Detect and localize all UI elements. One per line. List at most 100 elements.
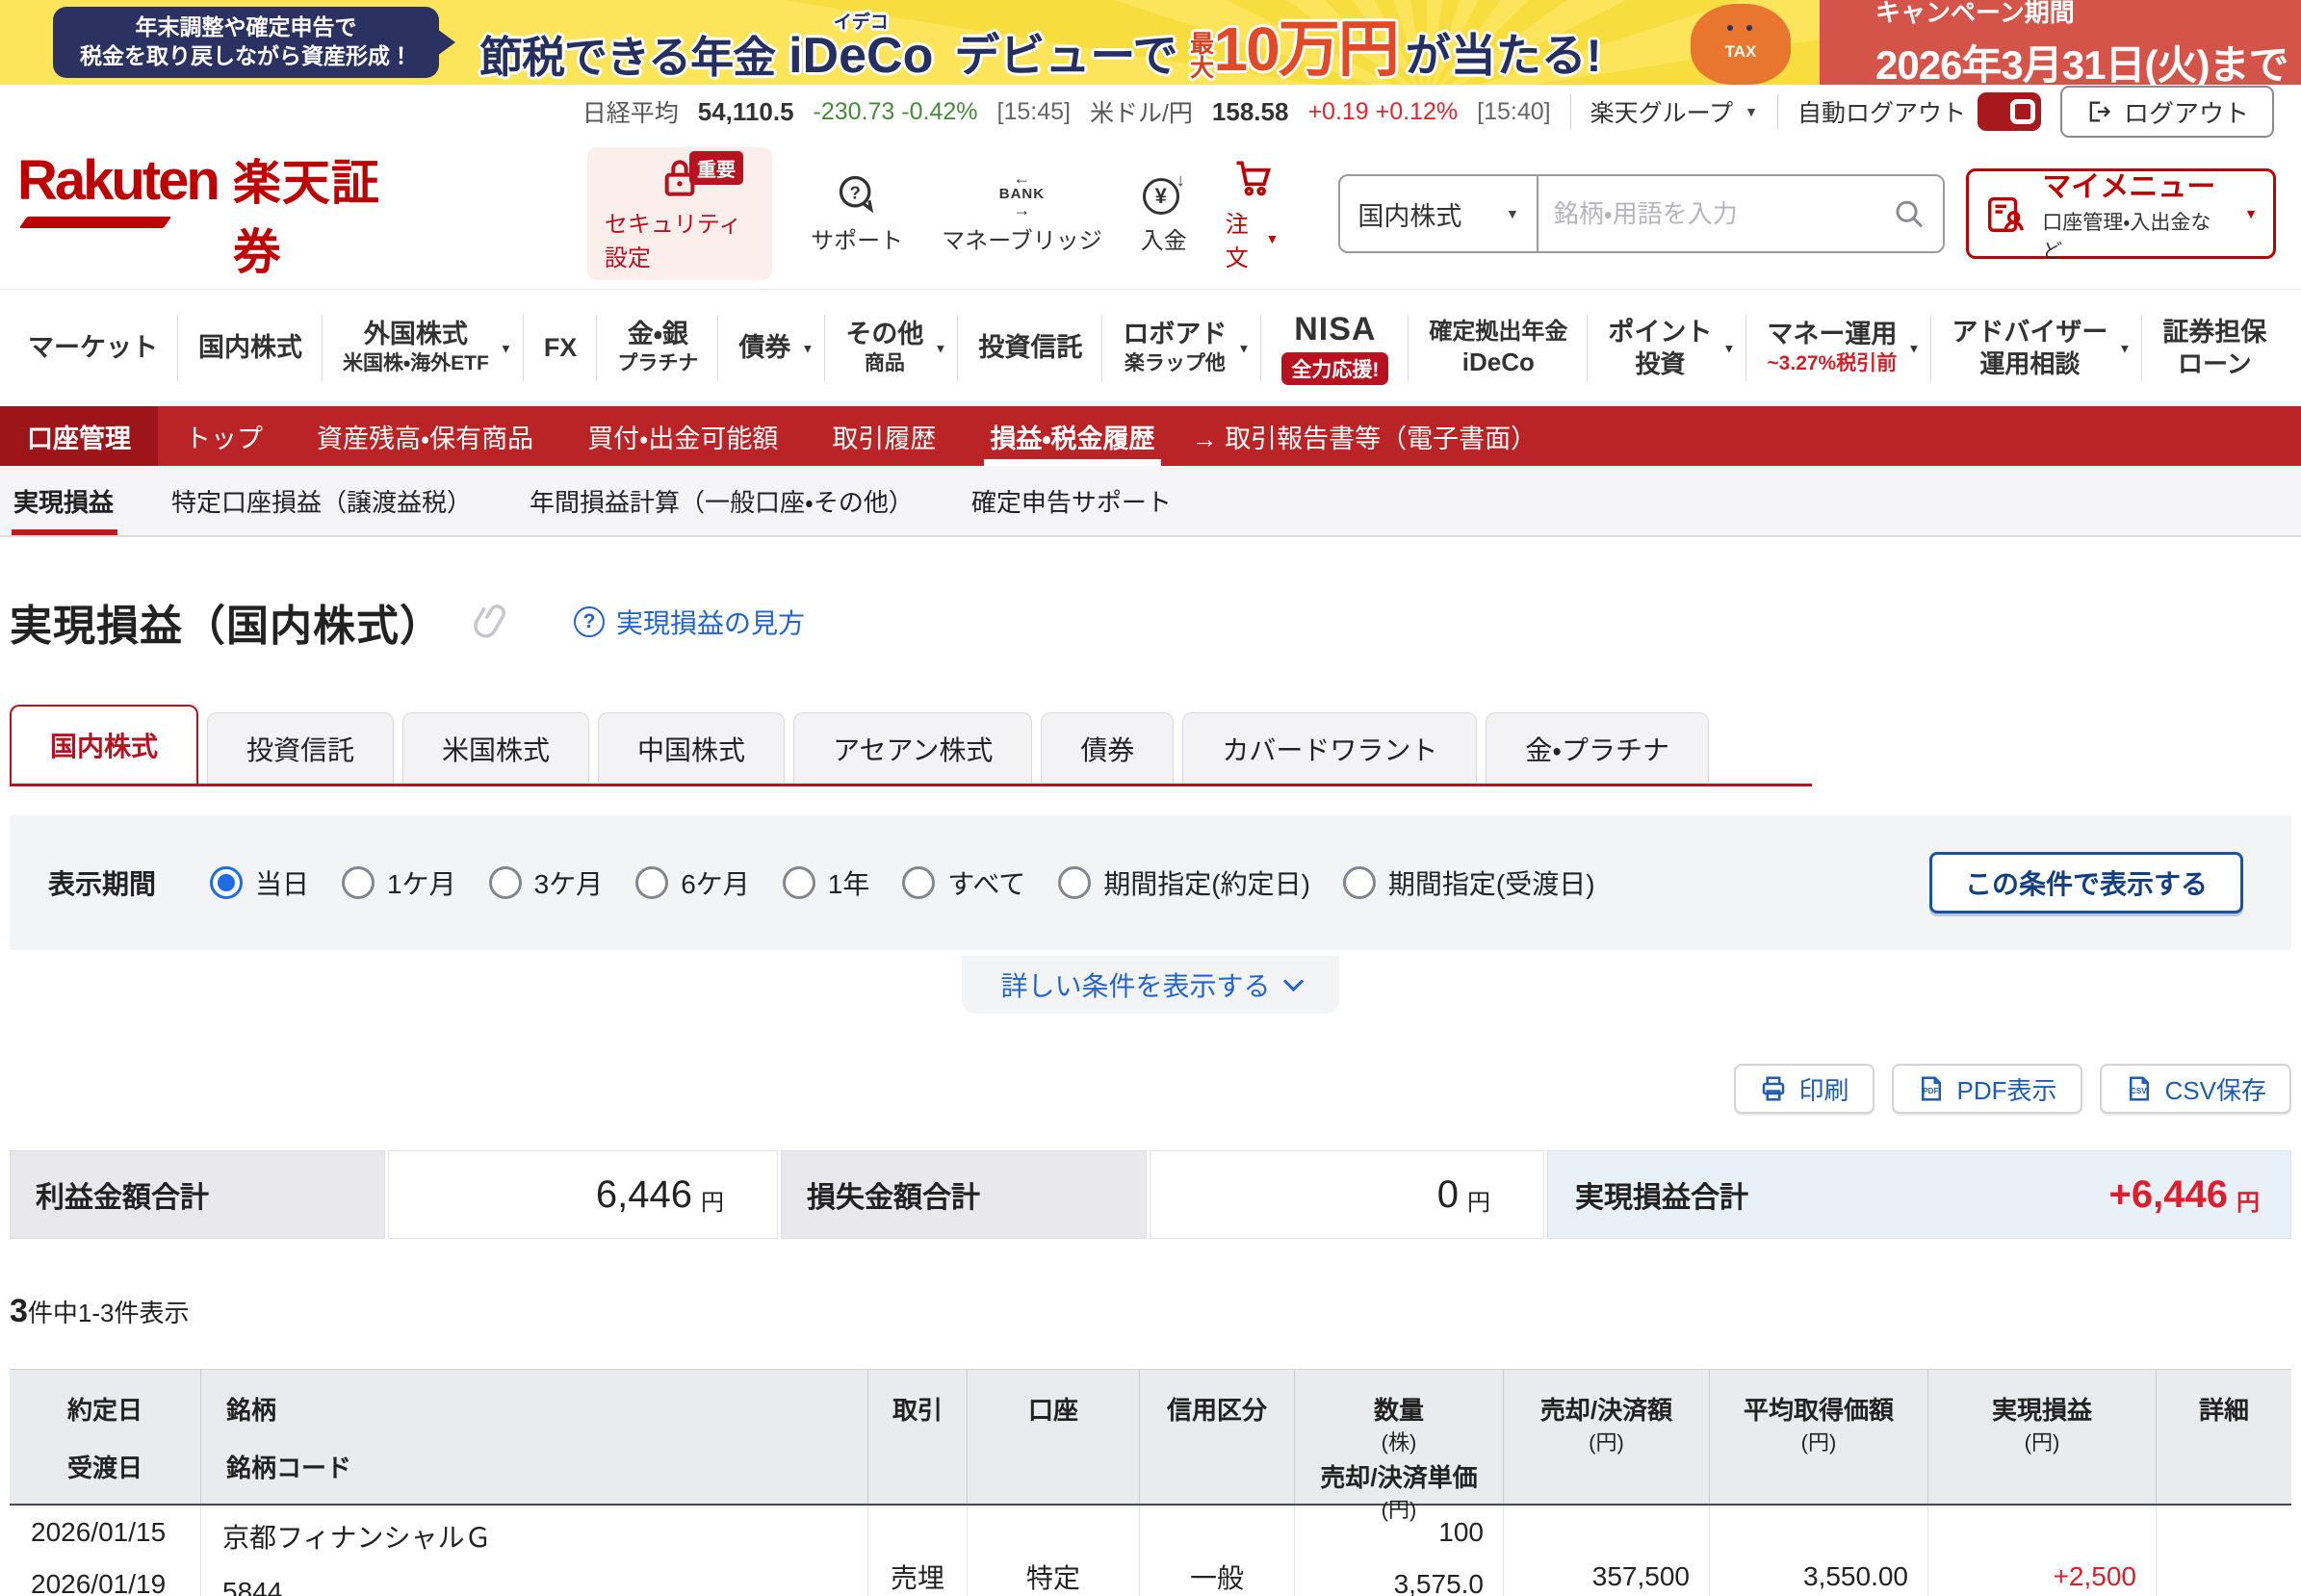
rakuten-securities-logo[interactable]: Rakuten 楽天証券: [17, 144, 404, 283]
chevron-down-icon: ▼: [1907, 341, 1921, 355]
tab-domestic-stock[interactable]: 国内株式: [10, 705, 199, 784]
my-menu-subtitle: 口座管理・入出金など: [2042, 212, 2211, 263]
account-nav-pl-tax-history[interactable]: 損益・税金履歴: [963, 406, 1181, 466]
nav-nisa[interactable]: NISA 全力応援!: [1261, 290, 1409, 406]
col-amount: 売却/決済額 (円): [1504, 1370, 1710, 1504]
show-detail-conditions-link[interactable]: 詳しい条件を表示する: [1000, 965, 1304, 1004]
account-nav-balance[interactable]: 資産残高・保有商品: [290, 406, 560, 466]
nav-domestic-stock[interactable]: 国内株式: [178, 290, 323, 406]
usdjpy-quote: 米ドル/円 158.58 +0.19 +0.12% [15:40]: [1090, 94, 1551, 129]
yen-unit: 円: [1467, 1189, 1490, 1216]
account-nav-buying-power[interactable]: 買付・出金可能額: [560, 406, 805, 466]
nikkei-value: 54,110.5: [697, 96, 794, 126]
account-nav-top[interactable]: トップ: [158, 406, 290, 466]
period-option-range-settle-date[interactable]: 期間指定(受渡日): [1342, 863, 1595, 902]
subnav-specific-account-pl[interactable]: 特定口座損益（譲渡益税）: [142, 466, 501, 535]
chevron-down-icon: ▼: [1722, 341, 1736, 355]
realized-pl-total-value: +6,446 円: [2108, 1172, 2260, 1216]
nav-ideco[interactable]: 確定拠出年金 iDeCo: [1409, 290, 1589, 406]
nav-securities-loan[interactable]: 証券担保 ローン: [2142, 290, 2287, 406]
order-button[interactable]: 注文 ▼: [1226, 156, 1279, 272]
svg-text:PDF: PDF: [1923, 1087, 1938, 1095]
radio-icon[interactable]: [635, 866, 669, 899]
auto-logout-toggle[interactable]: [1977, 92, 2041, 131]
tab-covered-warrant[interactable]: カバードワラント: [1182, 712, 1478, 784]
pdf-view-button[interactable]: PDF PDF表示: [1891, 1064, 2082, 1114]
support-button[interactable]: ? サポート: [811, 172, 903, 255]
logout-button[interactable]: ログアウト: [2059, 86, 2274, 138]
nav-fx[interactable]: FX: [524, 290, 598, 406]
tab-asean-stock[interactable]: アセアン株式: [793, 712, 1033, 784]
nav-other-products[interactable]: その他 商品 ▼: [825, 290, 959, 406]
search-input[interactable]: [1538, 176, 1892, 251]
nisa-badge: 全力応援!: [1281, 351, 1389, 385]
period-option-1year[interactable]: 1年: [782, 863, 869, 902]
nav-money-management[interactable]: マネー運用 ~3.27%税引前 ▼: [1746, 290, 1932, 406]
nikkei-quote: 日経平均 54,110.5 -230.73 -0.42% [15:45]: [582, 94, 1071, 129]
chevron-down-icon: ▼: [934, 341, 947, 355]
csv-save-button[interactable]: CSV CSV保存: [2099, 1064, 2291, 1114]
radio-icon[interactable]: [1342, 866, 1376, 899]
period-option-1month[interactable]: 1ケ月: [342, 863, 456, 902]
col-margin: 信用区分: [1140, 1370, 1295, 1504]
nav-advisor[interactable]: アドバイザー 運用相談 ▼: [1931, 290, 2143, 406]
rakuten-group-menu[interactable]: 楽天グループ ▼: [1590, 94, 1758, 129]
site-header: Rakuten 楽天証券 重要 セキュリティ設定 ? サポート ← BANK →…: [0, 139, 2301, 289]
tab-mutual-funds[interactable]: 投資信託: [207, 712, 395, 784]
period-option-6month[interactable]: 6ケ月: [635, 863, 750, 902]
cart-icon: [1236, 161, 1271, 195]
security-settings-button[interactable]: 重要 セキュリティ設定: [586, 147, 773, 280]
tab-gold-platinum[interactable]: 金・プラチナ: [1486, 712, 1709, 784]
subnav-realized-pl[interactable]: 実現損益: [12, 466, 142, 535]
radio-selected-icon[interactable]: [210, 866, 244, 899]
nav-market[interactable]: マーケット: [8, 290, 178, 406]
nav-roboad[interactable]: ロボアド 楽ラップ他 ▼: [1102, 290, 1262, 406]
usdjpy-time: [15:40]: [1477, 97, 1551, 125]
tax-mascot: TAX: [1691, 4, 1791, 85]
account-nav-report-link[interactable]: → 取引報告書等（電子書面）: [1182, 418, 1547, 455]
divider: [1569, 94, 1571, 129]
logo-swoosh: [18, 217, 172, 228]
radio-icon[interactable]: [782, 866, 815, 899]
nav-point-invest[interactable]: ポイント 投資 ▼: [1588, 290, 1747, 406]
pl-help-link[interactable]: ? 実現損益の見方: [574, 603, 805, 641]
pl-summary-bar: 利益金額合計 6,446 円 損失金額合計 0 円 実現損益合計 +6,446 …: [10, 1150, 2291, 1239]
subnav-tax-support[interactable]: 確定申告サポート: [943, 466, 1201, 535]
search-category-select[interactable]: 国内株式 ▼: [1340, 176, 1538, 251]
usdjpy-label: 米ドル/円: [1089, 100, 1193, 127]
banner-headline-mid: デビューで: [954, 30, 1178, 81]
nav-bonds[interactable]: 債券 ▼: [718, 290, 826, 406]
print-button[interactable]: 印刷: [1733, 1064, 1874, 1114]
nav-gold-platinum[interactable]: 金・銀 プラチナ: [597, 290, 719, 406]
my-menu-button[interactable]: マイメニュー 口座管理・入出金など ▼: [1966, 168, 2277, 263]
nav-mutual-funds[interactable]: 投資信託: [958, 290, 1103, 406]
paperclip-icon[interactable]: [472, 602, 512, 642]
tab-china-stock[interactable]: 中国株式: [598, 712, 786, 784]
question-icon: ?: [574, 606, 605, 637]
period-option-today[interactable]: 当日: [210, 863, 309, 902]
tab-bonds[interactable]: 債券: [1041, 712, 1175, 784]
market-ticker-bar: 日経平均 54,110.5 -230.73 -0.42% [15:45] 米ドル…: [0, 85, 2301, 139]
account-nav-trade-history[interactable]: 取引履歴: [805, 406, 963, 466]
loss-total-value: 0 円: [1150, 1150, 1544, 1239]
period-option-all[interactable]: すべて: [902, 863, 1025, 902]
auto-logout-label: 自動ログアウト: [1797, 100, 1966, 127]
period-option-3month[interactable]: 3ケ月: [488, 863, 603, 902]
money-bridge-button[interactable]: ← BANK → マネーブリッジ: [942, 169, 1102, 255]
radio-icon[interactable]: [488, 866, 522, 899]
campaign-banner[interactable]: 年末調整や確定申告で 税金を取り戻しながら資産形成！ 節税できる年金 イデコ i…: [0, 0, 2301, 85]
account-nav-home[interactable]: 口座管理: [0, 406, 158, 466]
tab-us-stock[interactable]: 米国株式: [402, 712, 590, 784]
search-icon[interactable]: [1892, 196, 1926, 231]
col-detail: 詳細: [2198, 1396, 2249, 1425]
radio-icon[interactable]: [902, 866, 936, 899]
apply-filter-button[interactable]: この条件で表示する: [1928, 852, 2243, 914]
subnav-annual-pl[interactable]: 年間損益計算（一般口座・その他）: [501, 466, 943, 535]
chevron-down-icon: ▼: [2118, 341, 2132, 355]
banner-ideco-text: iDeCo: [789, 28, 934, 84]
period-option-range-trade-date[interactable]: 期間指定(約定日): [1058, 863, 1310, 902]
deposit-button[interactable]: ↓ ¥ 入金: [1141, 170, 1187, 255]
radio-icon[interactable]: [1058, 866, 1092, 899]
radio-icon[interactable]: [342, 866, 375, 899]
nav-foreign-stock[interactable]: 外国株式 米国株・海外ETF ▼: [323, 290, 524, 406]
